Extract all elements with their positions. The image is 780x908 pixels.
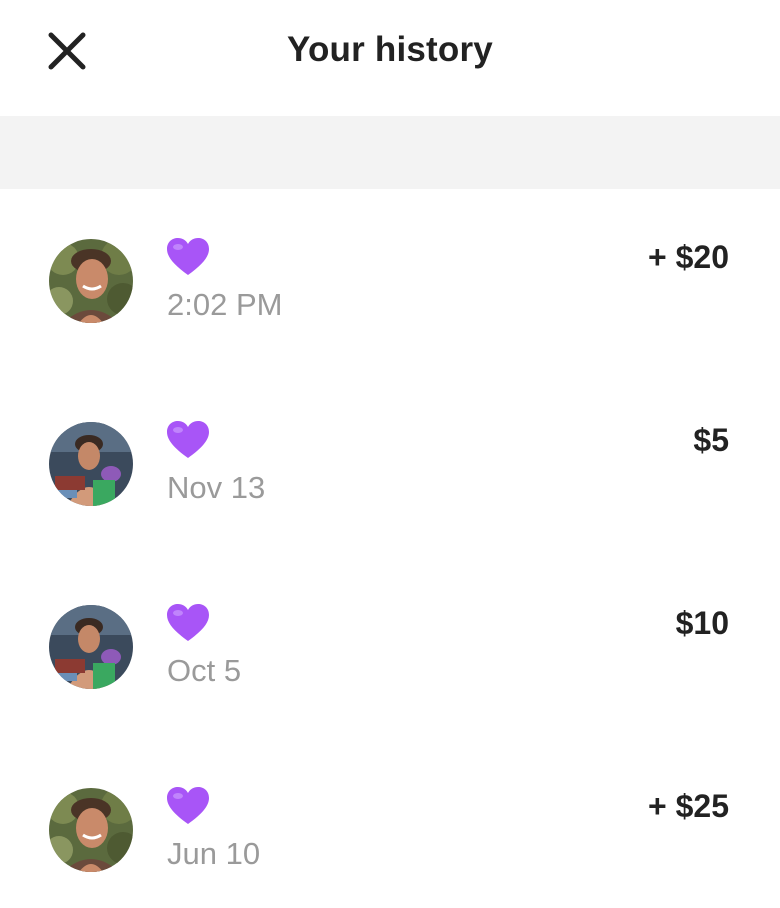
- transaction-date: Jun 10: [167, 836, 261, 871]
- purple-heart-icon: [167, 421, 209, 458]
- transaction-amount: + $25: [648, 788, 729, 824]
- avatar: [49, 788, 133, 872]
- transaction-date: Nov 13: [167, 470, 266, 505]
- avatar: [49, 605, 133, 689]
- transaction-row[interactable]: Jun 10 + $25: [0, 738, 780, 898]
- transaction-amount: + $20: [648, 239, 729, 275]
- divider-band: [0, 116, 780, 189]
- purple-heart-icon: [167, 238, 209, 275]
- transaction-date: Oct 5: [167, 653, 242, 688]
- page-title: Your history: [287, 30, 493, 69]
- transaction-date: 2:02 PM: [167, 287, 283, 322]
- header: Your history: [0, 0, 780, 116]
- purple-heart-icon: [167, 604, 209, 641]
- transaction-amount: $10: [675, 605, 729, 641]
- avatar: [49, 239, 133, 323]
- avatar: [49, 422, 133, 506]
- transaction-amount: $5: [693, 422, 729, 458]
- transaction-row[interactable]: Nov 13 $5: [0, 372, 780, 532]
- transaction-row[interactable]: 2:02 PM + $20: [0, 189, 780, 349]
- transaction-row[interactable]: Oct 5 $10: [0, 555, 780, 715]
- purple-heart-icon: [167, 787, 209, 824]
